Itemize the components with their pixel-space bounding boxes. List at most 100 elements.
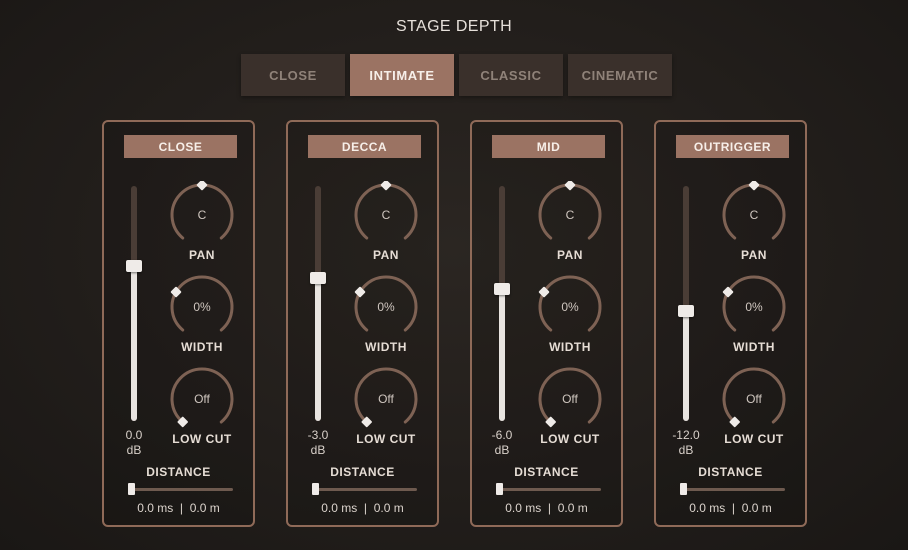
distance-slider[interactable] [128, 483, 233, 495]
width-value: 0% [561, 300, 579, 314]
volume-value: -6.0 [491, 428, 513, 442]
fader-fill [131, 265, 137, 421]
distance-label: DISTANCE [330, 465, 395, 479]
distance-thumb[interactable] [128, 483, 135, 495]
fader-thumb[interactable] [310, 271, 326, 284]
distance-slider[interactable] [312, 483, 417, 495]
stage-depth-title: STAGE DEPTH [395, 18, 513, 35]
volume-fader[interactable] [494, 186, 510, 421]
distance-readout: 0.0 ms | 0.0 m [104, 501, 253, 515]
distance-ms: 0.0 ms [137, 501, 174, 515]
mic-label: MID [492, 135, 605, 158]
low-cut-label: LOW CUT [172, 432, 232, 446]
distance-label: DISTANCE [514, 465, 579, 479]
pan-knob[interactable]: C [168, 181, 236, 249]
distance-readout: 0.0 ms | 0.0 m [656, 501, 805, 515]
mic-label: CLOSE [124, 135, 237, 158]
volume-fader[interactable] [678, 186, 694, 421]
distance-m: 0.0 m [741, 501, 772, 515]
fader-fill [499, 289, 505, 421]
distance-m: 0.0 m [557, 501, 588, 515]
distance-thumb[interactable] [496, 483, 503, 495]
pan-knob[interactable]: C [352, 181, 420, 249]
width-label: WIDTH [549, 340, 591, 354]
volume-readout: 0.0 dB [112, 428, 156, 458]
width-label: WIDTH [733, 340, 775, 354]
pan-label: PAN [557, 248, 583, 262]
width-knob[interactable]: 0% [352, 273, 420, 341]
width-knob[interactable]: 0% [720, 273, 788, 341]
fader-fill [683, 310, 689, 421]
low-cut-value: Off [746, 392, 762, 406]
pan-knob[interactable]: C [720, 181, 788, 249]
low-cut-label: LOW CUT [356, 432, 416, 446]
low-cut-knob[interactable]: Off [536, 365, 604, 433]
fader-thumb[interactable] [126, 259, 142, 272]
pan-value: C [749, 208, 759, 222]
distance-slider[interactable] [496, 483, 601, 495]
mic-panel-mid: MID -6.0 dB C PAN 0% WIDTH Off LOW CUT DISTANCE 0.… [470, 120, 623, 527]
pan-value: C [565, 208, 575, 222]
pan-value: C [197, 208, 207, 222]
distance-separator: | [173, 501, 190, 515]
low-cut-value: Off [378, 392, 394, 406]
volume-unit: dB [678, 443, 694, 457]
distance-m: 0.0 m [189, 501, 220, 515]
volume-value: 0.0 [125, 428, 143, 442]
volume-readout: -3.0 dB [296, 428, 340, 458]
tab-classic[interactable]: CLASSIC [459, 54, 563, 96]
volume-fader[interactable] [126, 186, 142, 421]
fader-thumb[interactable] [494, 283, 510, 296]
mic-label: OUTRIGGER [676, 135, 789, 158]
width-knob[interactable]: 0% [536, 273, 604, 341]
mic-panel-close: CLOSE 0.0 dB C PAN 0% WIDTH Off LOW CUT DISTANCE 0… [102, 120, 255, 527]
volume-unit: dB [494, 443, 510, 457]
pan-label: PAN [373, 248, 399, 262]
distance-label: DISTANCE [698, 465, 763, 479]
distance-label: DISTANCE [146, 465, 211, 479]
volume-readout: -6.0 dB [480, 428, 524, 458]
width-value: 0% [377, 300, 395, 314]
volume-value: -12.0 [672, 428, 700, 442]
distance-ms: 0.0 ms [689, 501, 726, 515]
distance-readout: 0.0 ms | 0.0 m [288, 501, 437, 515]
distance-ms: 0.0 ms [321, 501, 358, 515]
fader-thumb[interactable] [678, 304, 694, 317]
distance-ms: 0.0 ms [505, 501, 542, 515]
mic-panel-outrigger: OUTRIGGER -12.0 dB C PAN 0% WIDTH Off LOW CUT DIS… [654, 120, 807, 527]
low-cut-knob[interactable]: Off [720, 365, 788, 433]
width-value: 0% [745, 300, 763, 314]
distance-separator: | [357, 501, 374, 515]
pan-knob[interactable]: C [536, 181, 604, 249]
low-cut-knob[interactable]: Off [168, 365, 236, 433]
distance-slider[interactable] [680, 483, 785, 495]
distance-separator: | [725, 501, 742, 515]
distance-readout: 0.0 ms | 0.0 m [472, 501, 621, 515]
tab-cinematic[interactable]: CINEMATIC [568, 54, 672, 96]
mic-panel-decca: DECCA -3.0 dB C PAN 0% WIDTH Off LOW CUT DISTANCE… [286, 120, 439, 527]
volume-value: -3.0 [307, 428, 329, 442]
distance-separator: | [541, 501, 558, 515]
low-cut-value: Off [562, 392, 578, 406]
low-cut-label: LOW CUT [724, 432, 784, 446]
pan-value: C [381, 208, 391, 222]
width-label: WIDTH [181, 340, 223, 354]
width-label: WIDTH [365, 340, 407, 354]
distance-thumb[interactable] [680, 483, 687, 495]
low-cut-label: LOW CUT [540, 432, 600, 446]
width-knob[interactable]: 0% [168, 273, 236, 341]
volume-fader[interactable] [310, 186, 326, 421]
pan-label: PAN [741, 248, 767, 262]
tab-close[interactable]: CLOSE [241, 54, 345, 96]
distance-thumb[interactable] [312, 483, 319, 495]
volume-unit: dB [126, 443, 142, 457]
low-cut-knob[interactable]: Off [352, 365, 420, 433]
fader-fill [315, 277, 321, 421]
tab-intimate[interactable]: INTIMATE [350, 54, 454, 96]
volume-readout: -12.0 dB [664, 428, 708, 458]
volume-unit: dB [310, 443, 326, 457]
width-value: 0% [193, 300, 211, 314]
distance-m: 0.0 m [373, 501, 404, 515]
mic-label: DECCA [308, 135, 421, 158]
low-cut-value: Off [194, 392, 210, 406]
